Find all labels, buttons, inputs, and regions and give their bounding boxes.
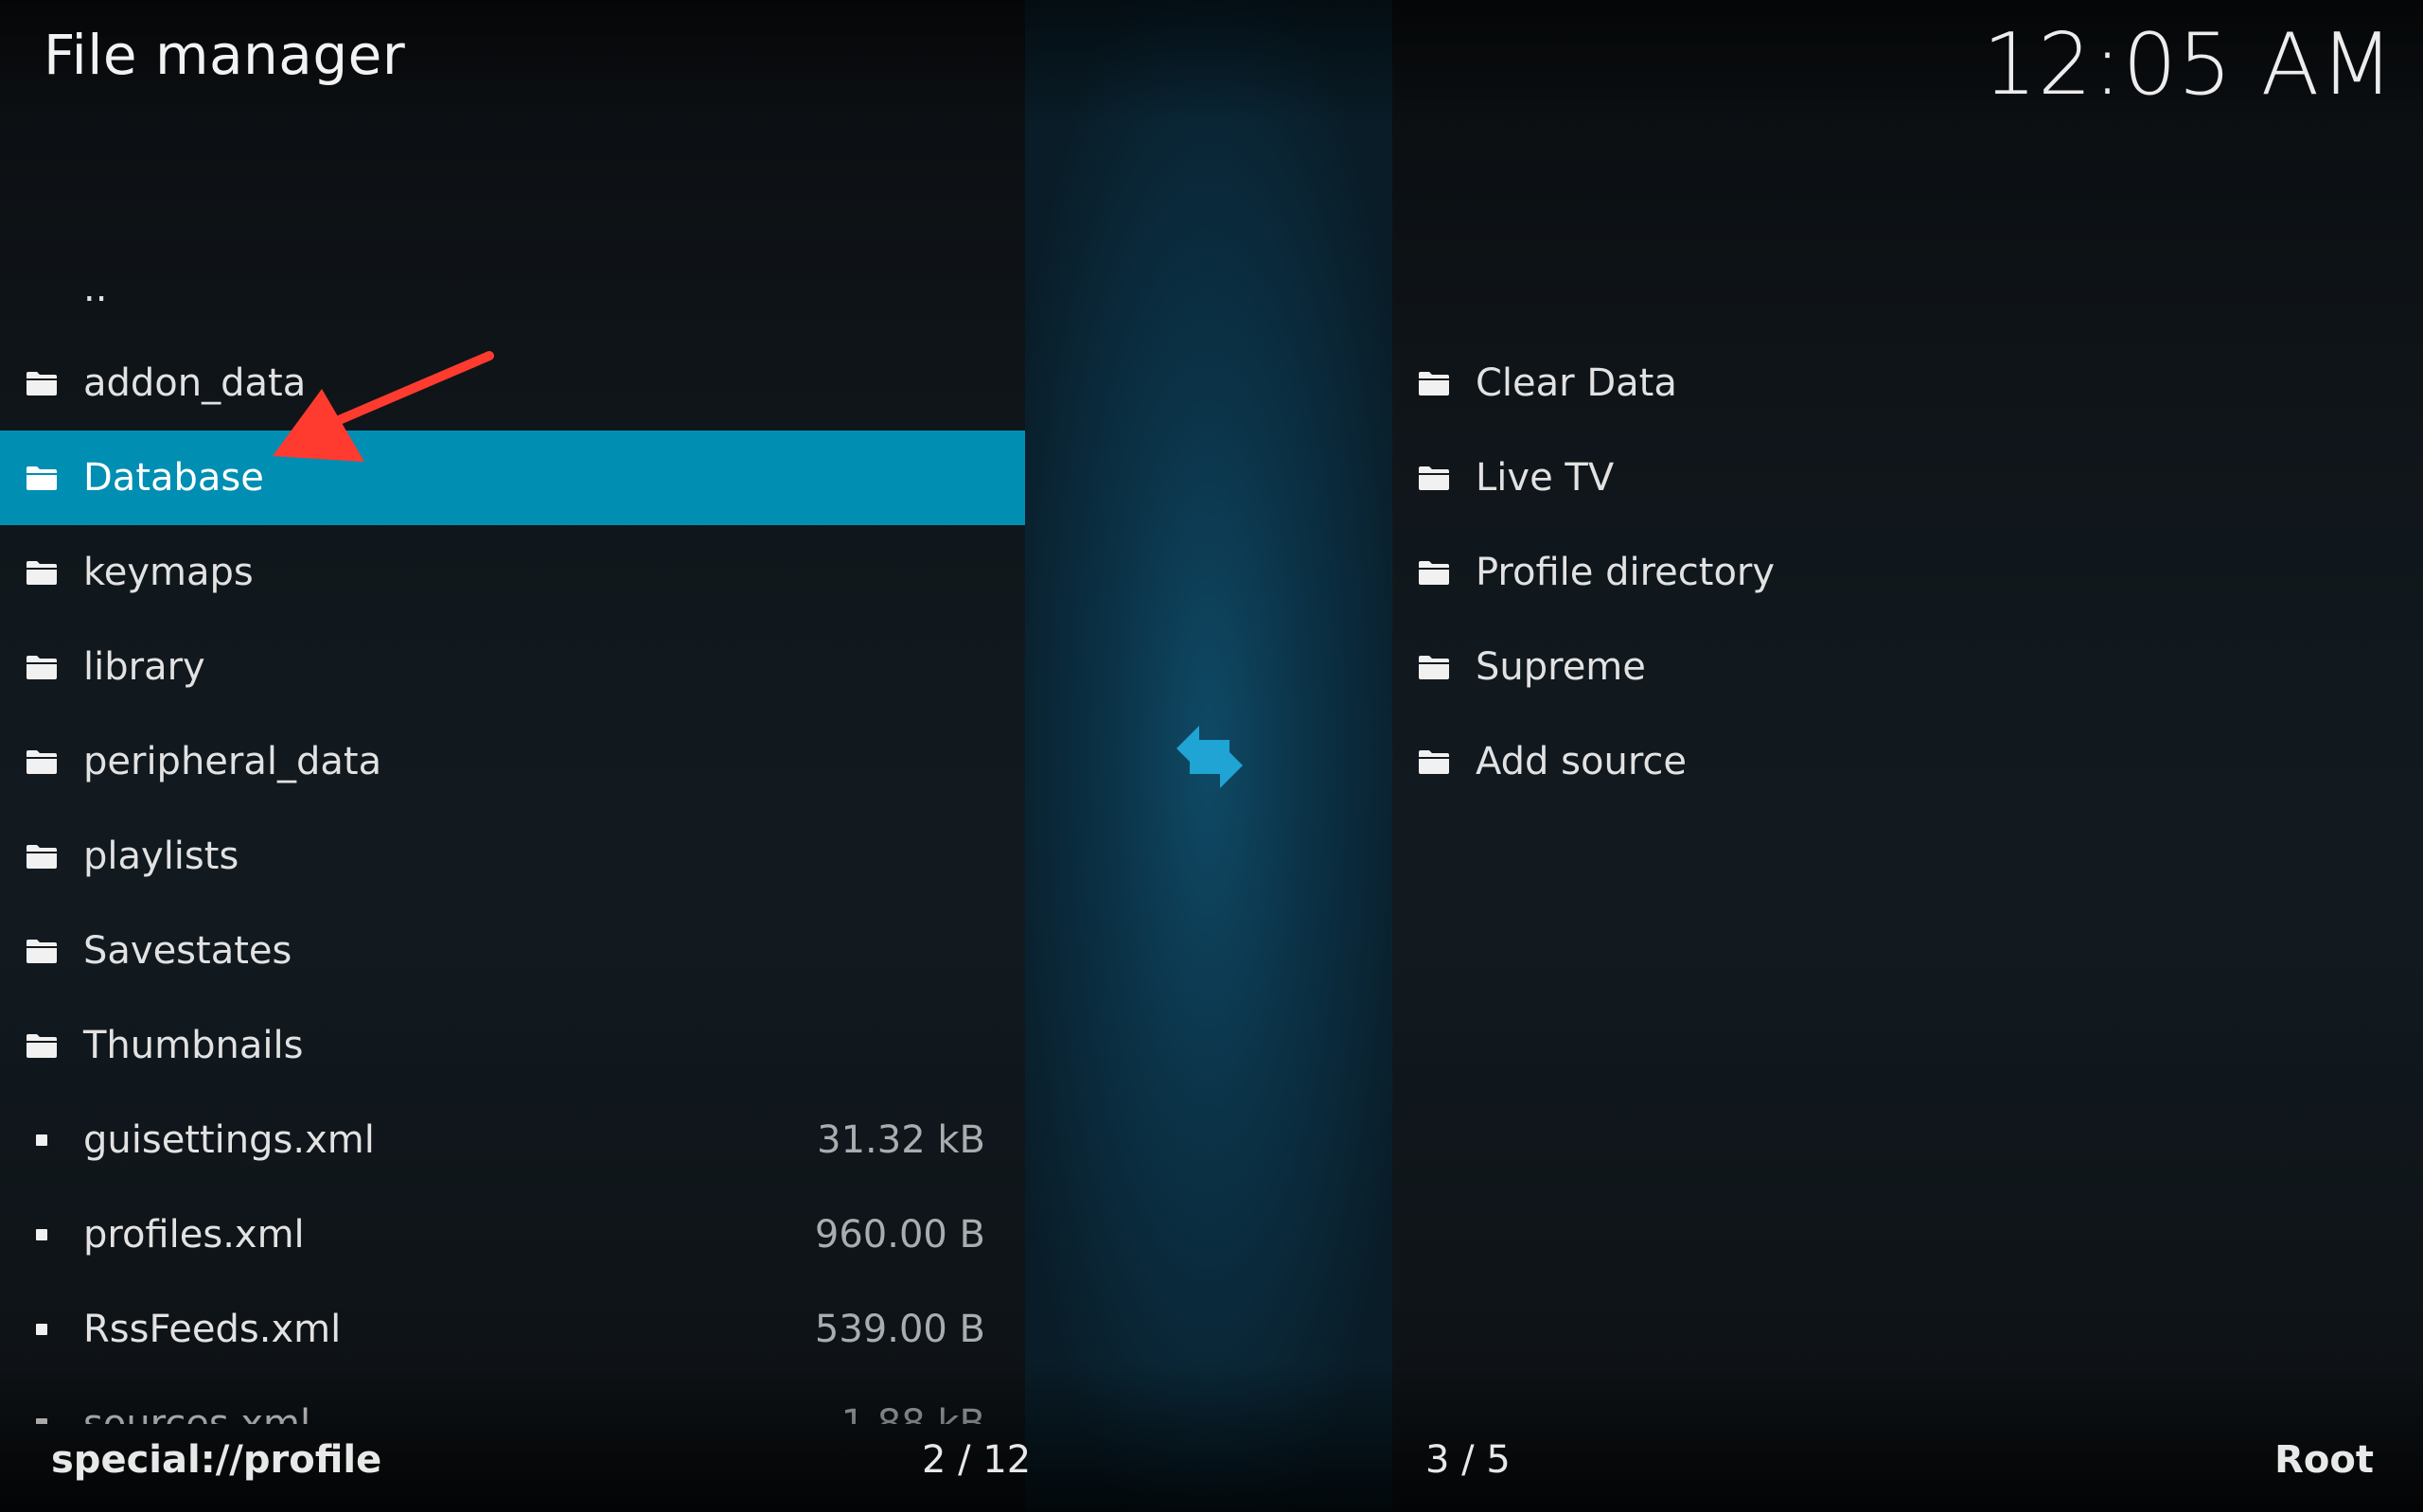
left-pane: .. addon_data Database keymaps library p… <box>0 0 1025 1424</box>
list-item-folder[interactable]: library <box>0 620 1025 714</box>
list-item-folder[interactable]: keymaps <box>0 525 1025 620</box>
list-item-source[interactable]: Supreme <box>1392 620 2423 714</box>
list-item-label: Database <box>83 456 264 500</box>
folder-icon <box>23 364 61 402</box>
list-item-label: peripheral_data <box>83 740 382 783</box>
folder-icon <box>23 648 61 686</box>
list-item-label: Profile directory <box>1476 551 1776 594</box>
list-item-folder[interactable]: Thumbnails <box>0 998 1025 1093</box>
list-item-parent-directory[interactable]: .. <box>0 241 1025 336</box>
list-item-folder[interactable]: addon_data <box>0 336 1025 431</box>
folder-icon <box>23 743 61 781</box>
file-size: 539.00 B <box>814 1308 985 1351</box>
list-item-label: profiles.xml <box>83 1213 305 1257</box>
right-source-list: Clear Data Live TV Profile directory Sup… <box>1392 336 2423 809</box>
clock: 12:05 AM <box>1982 15 2395 114</box>
swap-arrows-icon[interactable] <box>1167 716 1252 798</box>
left-item-count: 2 / 12 <box>922 1438 1032 1482</box>
list-item-file[interactable]: RssFeeds.xml 539.00 B <box>0 1282 1025 1377</box>
right-item-count: 3 / 5 <box>1425 1438 1511 1482</box>
list-item-folder[interactable]: playlists <box>0 809 1025 904</box>
list-item-label: addon_data <box>83 361 307 405</box>
file-size: 960.00 B <box>814 1213 985 1257</box>
list-item-label: Thumbnails <box>83 1024 304 1067</box>
list-item-file[interactable]: guisettings.xml 31.32 kB <box>0 1093 1025 1187</box>
list-item-label: guisettings.xml <box>83 1118 375 1162</box>
folder-icon <box>1415 648 1453 686</box>
list-item-folder[interactable]: Savestates <box>0 904 1025 998</box>
file-size: 31.32 kB <box>817 1118 985 1162</box>
file-icon <box>23 1121 61 1159</box>
list-item-label: sources.xml <box>83 1402 311 1424</box>
file-icon <box>23 1310 61 1348</box>
list-item-file[interactable]: sources.xml 1.88 kB <box>0 1377 1025 1424</box>
list-item-label: Add source <box>1476 740 1687 783</box>
list-item-label: Supreme <box>1476 645 1646 689</box>
list-item-label: keymaps <box>83 551 254 594</box>
list-item-label: .. <box>83 267 108 310</box>
left-file-list: .. addon_data Database keymaps library p… <box>0 241 1025 1424</box>
list-item-label: library <box>83 645 205 689</box>
folder-icon <box>23 932 61 970</box>
folder-icon <box>1415 459 1453 497</box>
list-item-label: Live TV <box>1476 456 1615 500</box>
folder-icon <box>1415 743 1453 781</box>
list-item-source[interactable]: Profile directory <box>1392 525 2423 620</box>
file-icon <box>23 1216 61 1254</box>
list-item-label: RssFeeds.xml <box>83 1308 342 1351</box>
list-item-folder[interactable]: peripheral_data <box>0 714 1025 809</box>
folder-icon <box>1415 364 1453 402</box>
folder-icon <box>1415 554 1453 591</box>
list-item-source[interactable]: Live TV <box>1392 431 2423 525</box>
list-item-source[interactable]: Clear Data <box>1392 336 2423 431</box>
list-item-label: playlists <box>83 835 239 878</box>
list-item-label: Clear Data <box>1476 361 1677 405</box>
list-item-add-source[interactable]: Add source <box>1392 714 2423 809</box>
list-item-label: Savestates <box>83 929 292 973</box>
list-item-file[interactable]: profiles.xml 960.00 B <box>0 1187 1025 1282</box>
list-item-folder-selected[interactable]: Database <box>0 431 1025 525</box>
current-path: special://profile <box>51 1438 382 1482</box>
folder-icon <box>23 459 61 497</box>
folder-icon <box>23 1027 61 1064</box>
folder-icon <box>23 837 61 875</box>
file-size: 1.88 kB <box>840 1402 985 1424</box>
file-icon <box>23 1405 61 1424</box>
right-pane-path: Root <box>2274 1438 2374 1482</box>
folder-icon <box>23 554 61 591</box>
